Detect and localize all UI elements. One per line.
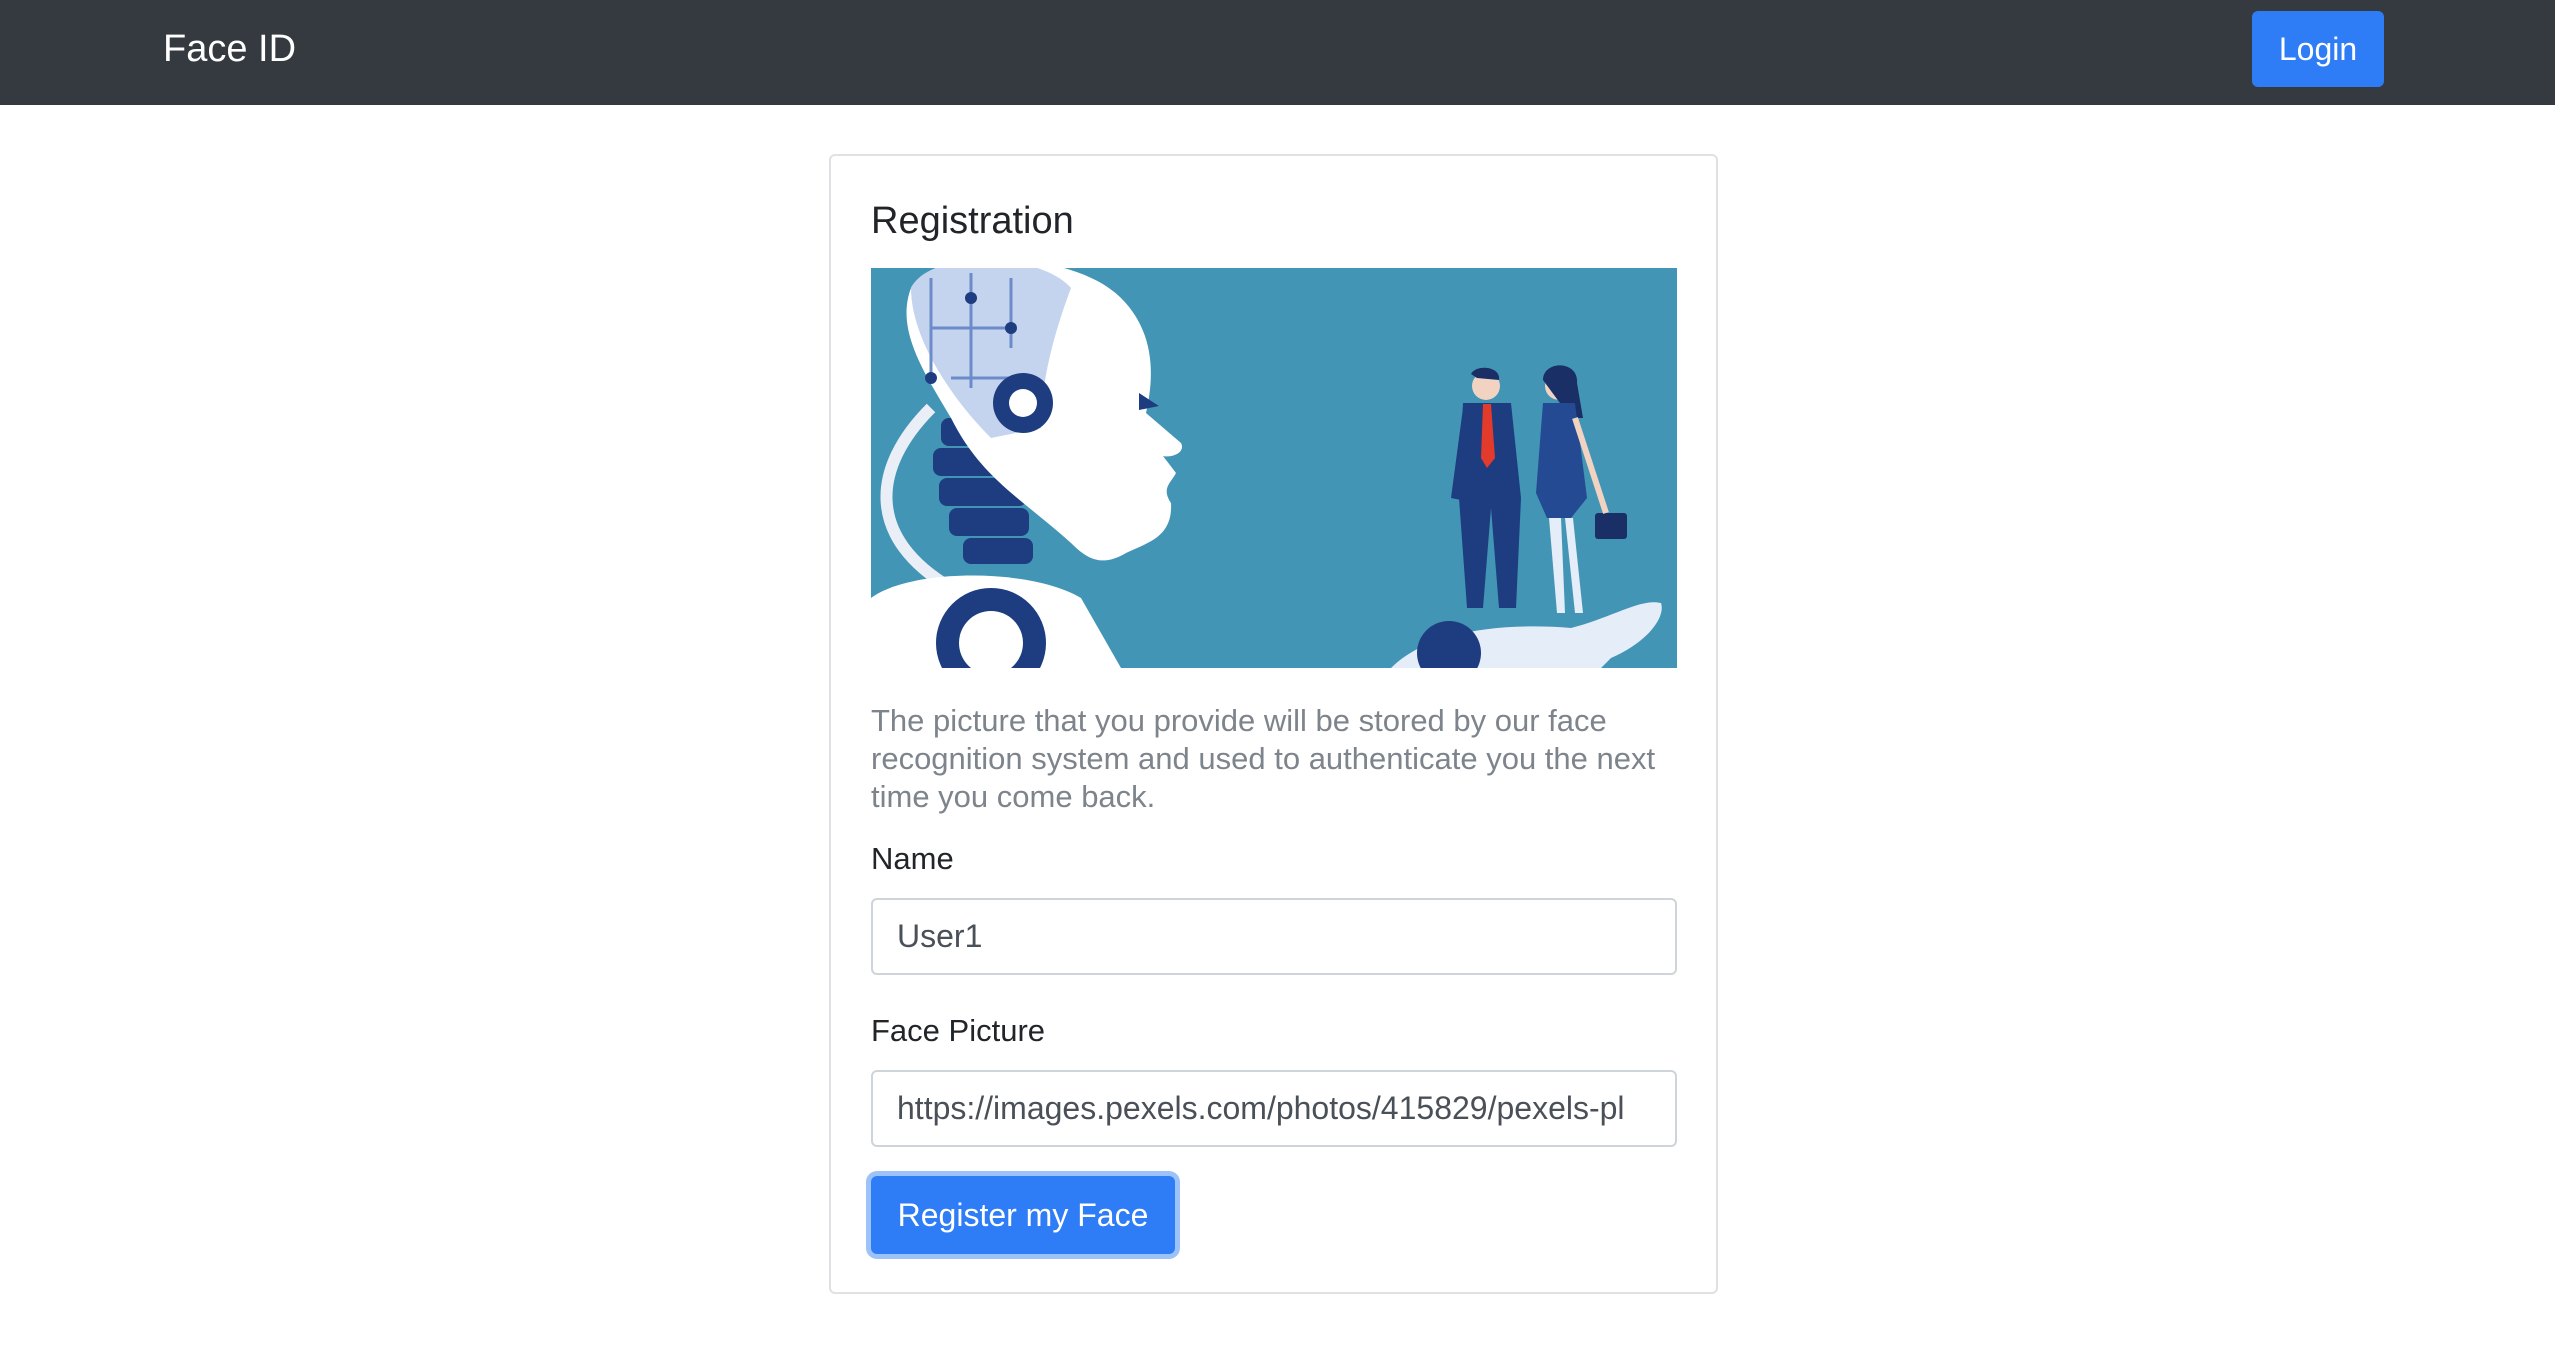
registration-card: Registration The picture that you provid…	[829, 154, 1718, 1294]
card-title: Registration	[871, 200, 1074, 242]
hero-image	[871, 268, 1677, 668]
name-label: Name	[871, 841, 954, 876]
face-picture-input-value: https://images.pexels.com/photos/415829/…	[897, 1090, 1625, 1126]
registration-description: The picture that you provide will be sto…	[871, 703, 1656, 814]
brand-title[interactable]: Face ID	[163, 26, 296, 72]
name-input-value: User1	[897, 918, 983, 954]
face-picture-label: Face Picture	[871, 1013, 1046, 1048]
navbar: Face ID Login	[0, 0, 2555, 105]
face-picture-input[interactable]: https://images.pexels.com/photos/415829/…	[871, 1070, 1677, 1147]
robot-illustration	[871, 268, 1677, 668]
register-face-button[interactable]: Register my Face	[871, 1176, 1175, 1254]
name-input[interactable]: User1	[871, 898, 1677, 975]
login-button[interactable]: Login	[2252, 11, 2384, 87]
